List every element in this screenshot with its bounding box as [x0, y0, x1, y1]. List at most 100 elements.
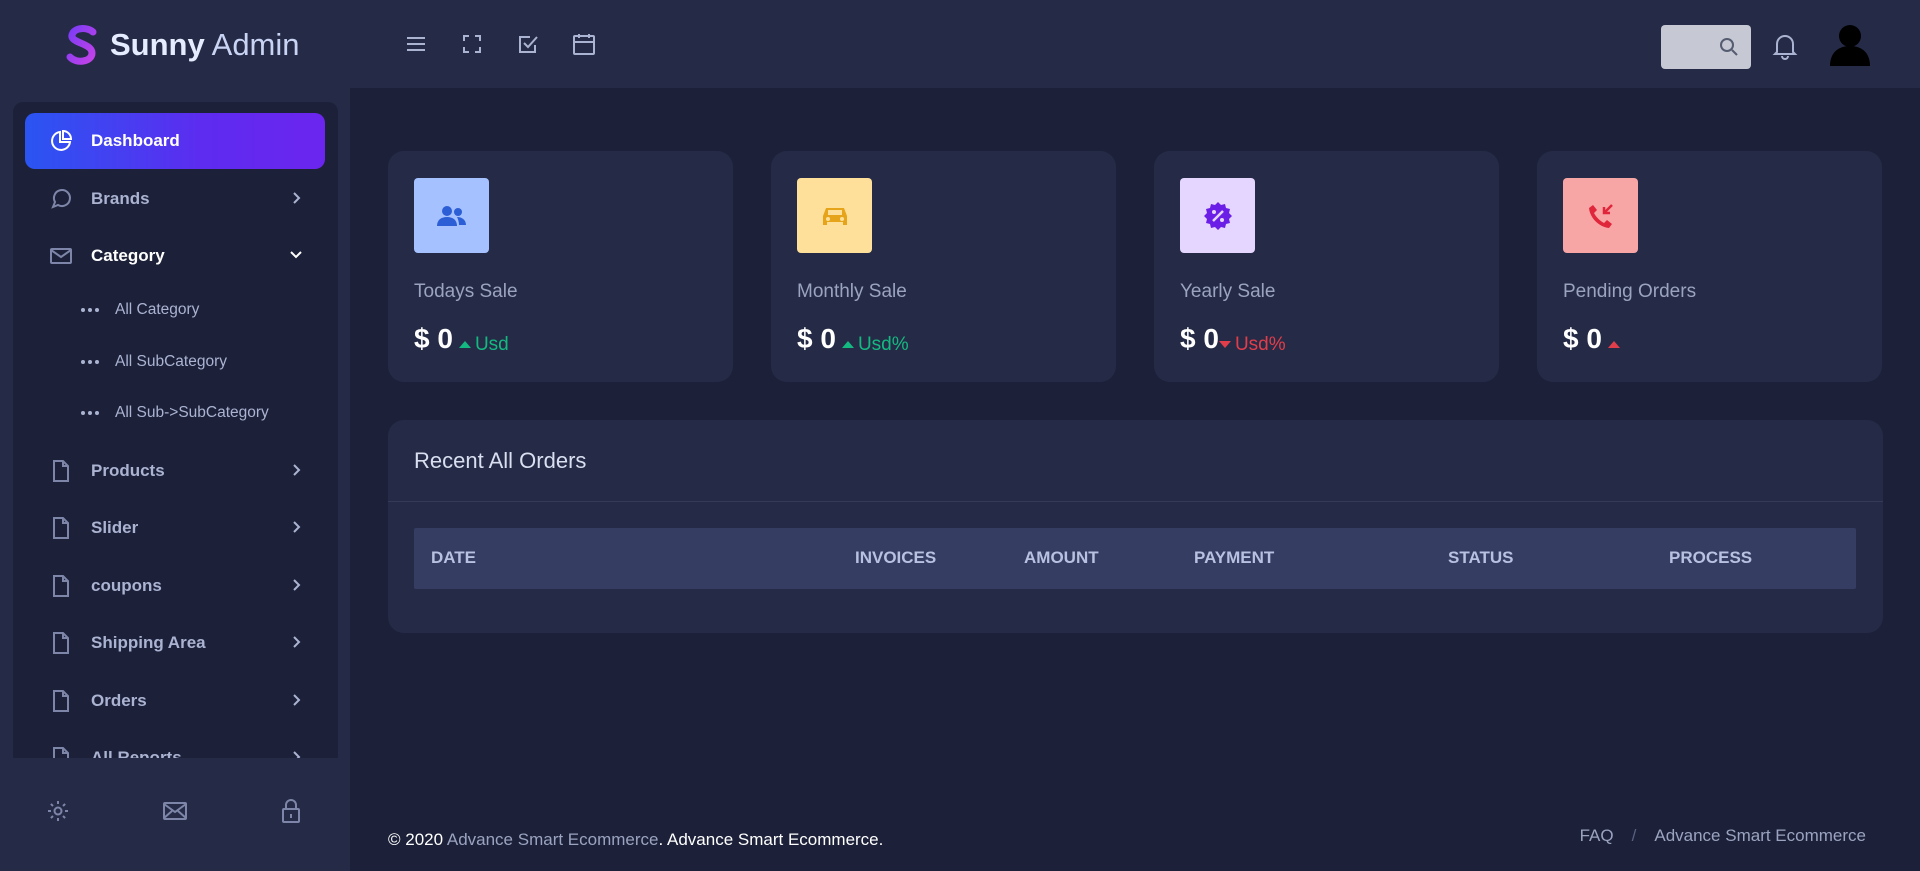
- sidebar-item-label: Products: [91, 461, 165, 480]
- file-icon: [49, 746, 73, 758]
- sidebar-item-all-reports[interactable]: All Reports: [25, 730, 325, 758]
- column-header-date[interactable]: DATE: [431, 548, 476, 568]
- sidebar-item-label: Brands: [91, 189, 150, 208]
- chevron-right-icon: [293, 579, 301, 591]
- calendar-icon[interactable]: [570, 30, 598, 58]
- sidebar-subitem-all-sub-subcategory[interactable]: All Sub->SubCategory: [25, 393, 325, 433]
- chevron-down-icon: [290, 251, 302, 259]
- stat-card-todays-sale: Todays Sale $ 0 Usd: [388, 151, 733, 382]
- search-icon[interactable]: [1719, 37, 1739, 57]
- stat-card-monthly-sale: Monthly Sale $ 0 Usd%: [771, 151, 1116, 382]
- brand-name: Sunny Admin: [110, 27, 300, 62]
- footer-separator: /: [1631, 826, 1637, 845]
- card-title: Yearly Sale: [1180, 281, 1276, 302]
- settings-icon[interactable]: [46, 799, 70, 823]
- column-header-status[interactable]: STATUS: [1448, 548, 1513, 568]
- stat-card-pending-orders: Pending Orders $ 0: [1537, 151, 1882, 382]
- logo-s-icon: [66, 25, 97, 65]
- file-icon: [49, 574, 73, 598]
- sidebar-item-label: Slider: [91, 518, 139, 537]
- sidebar-item-brands[interactable]: Brands: [25, 171, 325, 227]
- lock-icon[interactable]: [280, 798, 302, 824]
- sidebar-subitem-label: All SubCategory: [115, 353, 228, 370]
- user-avatar[interactable]: [1828, 22, 1872, 66]
- footer-brand-link[interactable]: Advance Smart Ecommerce: [447, 830, 659, 849]
- file-icon: [49, 689, 73, 713]
- sidebar-item-label: Dashboard: [91, 131, 180, 150]
- card-amount: $ 0: [797, 323, 836, 354]
- orders-table-header: DATE INVOICES AMOUNT PAYMENT STATUS PROC…: [414, 528, 1856, 589]
- footer-link-faq[interactable]: FAQ: [1580, 826, 1614, 846]
- sidebar-menu[interactable]: Dashboard Brands Category All Category A…: [13, 102, 338, 758]
- stat-card-yearly-sale: Yearly Sale $ 0 Usd%: [1154, 151, 1499, 382]
- card-value: $ 0 Usd%: [1180, 323, 1286, 356]
- chevron-right-icon: [293, 694, 301, 706]
- mail-icon: [49, 244, 73, 268]
- menu-icon[interactable]: [402, 30, 430, 58]
- trend-up-icon: [1607, 341, 1620, 348]
- sidebar-item-shipping-area[interactable]: Shipping Area: [25, 615, 325, 671]
- car-icon: [797, 178, 872, 253]
- chevron-right-icon: [293, 464, 301, 476]
- mail-icon[interactable]: [162, 800, 188, 822]
- brand-logo[interactable]: Sunny Admin: [66, 22, 300, 68]
- search-input[interactable]: [1669, 35, 1719, 59]
- chat-icon: [49, 187, 73, 211]
- search-box[interactable]: [1661, 25, 1751, 69]
- top-header: Sunny Admin: [0, 0, 1920, 88]
- file-icon: [49, 516, 73, 540]
- card-trend: Usd%: [841, 334, 909, 356]
- chevron-right-icon: [293, 751, 301, 758]
- sidebar-item-products[interactable]: Products: [25, 443, 325, 499]
- checkbox-icon[interactable]: [514, 30, 542, 58]
- sidebar-item-slider[interactable]: Slider: [25, 500, 325, 556]
- trend-down-icon: [1218, 341, 1231, 348]
- card-trend: Usd%: [1218, 334, 1286, 356]
- column-header-payment[interactable]: PAYMENT: [1194, 548, 1274, 568]
- sidebar-item-category[interactable]: Category: [25, 228, 325, 284]
- users-icon: [414, 178, 489, 253]
- trend-up-icon: [458, 341, 471, 348]
- footer-links: FAQ / Advance Smart Ecommerce: [1580, 826, 1866, 846]
- divider: [388, 501, 1883, 502]
- column-header-process[interactable]: PROCESS: [1669, 548, 1752, 568]
- phone-incoming-icon: [1563, 178, 1638, 253]
- bell-icon[interactable]: [1772, 32, 1798, 60]
- card-amount: $ 0: [414, 323, 453, 354]
- recent-orders-panel: Recent All Orders DATE INVOICES AMOUNT P…: [388, 420, 1883, 633]
- sidebar-subitem-all-category[interactable]: All Category: [25, 290, 325, 330]
- dots-icon: [81, 360, 99, 364]
- card-title: Pending Orders: [1563, 281, 1697, 302]
- sidebar-subitem-label: All Sub->SubCategory: [115, 404, 269, 421]
- card-value: $ 0 Usd%: [797, 323, 909, 356]
- sidebar-item-orders[interactable]: Orders: [25, 673, 325, 729]
- discount-icon: [1180, 178, 1255, 253]
- sidebar-item-coupons[interactable]: coupons: [25, 558, 325, 614]
- card-value: $ 0 Usd: [414, 323, 509, 356]
- fullscreen-icon[interactable]: [458, 30, 486, 58]
- dots-icon: [81, 308, 99, 312]
- file-icon: [49, 459, 73, 483]
- pie-chart-icon: [49, 129, 73, 153]
- sidebar-subitem-all-subcategory[interactable]: All SubCategory: [25, 342, 325, 382]
- footer-copyright: © 2020 Advance Smart Ecommerce. Advance …: [388, 830, 884, 849]
- footer-link-brand[interactable]: Advance Smart Ecommerce: [1654, 826, 1866, 846]
- sidebar-item-label: Category: [91, 246, 165, 265]
- column-header-amount[interactable]: AMOUNT: [1024, 548, 1099, 568]
- trend-up-icon: [841, 341, 854, 348]
- column-header-invoices[interactable]: INVOICES: [855, 548, 936, 568]
- sidebar-item-dashboard[interactable]: Dashboard: [25, 113, 325, 169]
- card-trend: Usd: [458, 334, 509, 356]
- sidebar-item-label: All Reports: [91, 748, 182, 758]
- sidebar-item-label: Orders: [91, 691, 147, 710]
- card-value: $ 0: [1563, 323, 1624, 355]
- card-trend: [1607, 341, 1624, 348]
- card-amount: $ 0: [1563, 323, 1602, 354]
- sidebar-panel: Dashboard Brands Category All Category A…: [0, 88, 350, 871]
- chevron-right-icon: [293, 636, 301, 648]
- card-amount: $ 0: [1180, 323, 1219, 354]
- chevron-right-icon: [293, 521, 301, 533]
- recent-orders-title: Recent All Orders: [414, 448, 587, 473]
- sidebar-item-label: coupons: [91, 576, 162, 595]
- dots-icon: [81, 411, 99, 415]
